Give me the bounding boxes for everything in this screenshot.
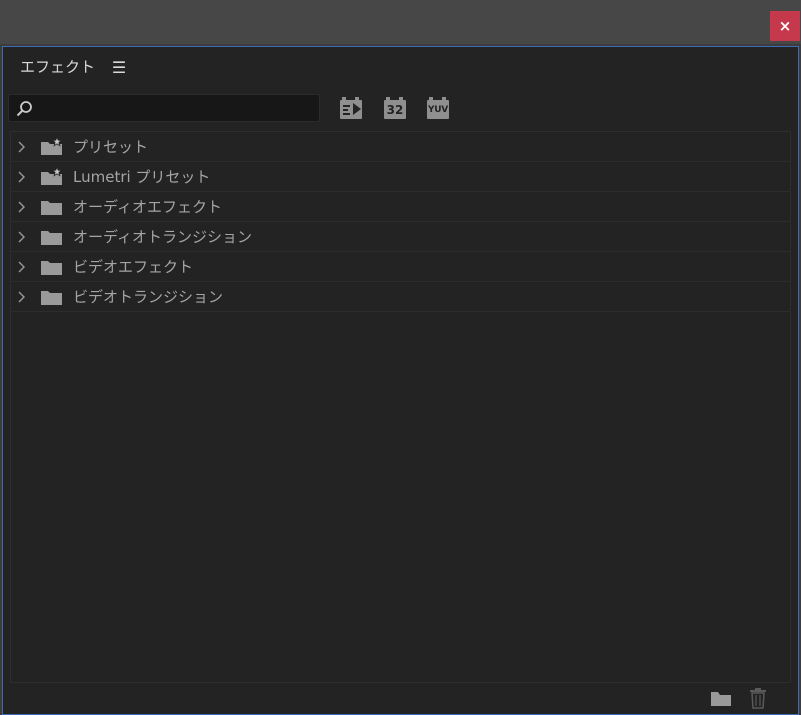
search-input[interactable]	[39, 98, 313, 120]
effects-tree: プリセット Lumetri プリセット オーディオエフェクト オーディオトランジ…	[10, 131, 791, 683]
chevron-right-icon[interactable]	[16, 260, 28, 274]
tree-item-label: ビデオトランジション	[73, 288, 224, 306]
tree-item-audio-effects[interactable]: オーディオエフェクト	[11, 192, 790, 222]
folder-icon	[41, 201, 62, 215]
tree-item-audio-transitions[interactable]: オーディオトランジション	[11, 222, 790, 252]
tree-item-label: オーディオエフェクト	[73, 198, 222, 216]
folder-star-icon	[41, 137, 63, 155]
panel-tab-effects[interactable]: エフェクト	[20, 57, 95, 77]
chevron-right-icon[interactable]	[16, 230, 28, 244]
window-titlebar: ×	[0, 0, 801, 44]
folder-icon	[41, 291, 62, 305]
accelerated-effects-filter-button[interactable]	[338, 96, 364, 120]
chevron-right-icon[interactable]	[16, 170, 28, 184]
tree-item-video-effects[interactable]: ビデオエフェクト	[11, 252, 790, 282]
search-icon	[16, 101, 32, 117]
tree-item-lumetri-presets[interactable]: Lumetri プリセット	[11, 162, 790, 192]
new-bin-button[interactable]	[709, 687, 733, 709]
yuv-label: YUV	[428, 105, 448, 115]
folder-icon	[41, 261, 62, 275]
folder-icon	[41, 231, 62, 245]
panel-menu-icon[interactable]: ☰	[111, 59, 127, 77]
32bit-label: 32	[386, 103, 404, 117]
32bit-color-filter-button[interactable]: 32	[382, 96, 408, 120]
search-box[interactable]	[8, 94, 320, 122]
chevron-right-icon[interactable]	[16, 290, 28, 304]
tree-item-presets[interactable]: プリセット	[11, 132, 790, 162]
tree-item-label: Lumetri プリセット	[73, 168, 211, 186]
chevron-right-icon[interactable]	[16, 140, 28, 154]
tree-item-label: オーディオトランジション	[73, 228, 252, 246]
tree-item-label: ビデオエフェクト	[73, 258, 194, 276]
close-button[interactable]: ×	[770, 11, 800, 41]
folder-star-icon	[41, 167, 63, 185]
delete-trash-icon[interactable]	[746, 687, 770, 709]
yuv-filter-button[interactable]: YUV	[425, 96, 451, 120]
tree-item-label: プリセット	[73, 138, 149, 156]
effects-panel: エフェクト ☰ 32 YUV プリセット Lumetri プリセット オーディオ…	[2, 46, 799, 715]
tree-item-video-transitions[interactable]: ビデオトランジション	[11, 282, 790, 312]
chevron-right-icon[interactable]	[16, 200, 28, 214]
